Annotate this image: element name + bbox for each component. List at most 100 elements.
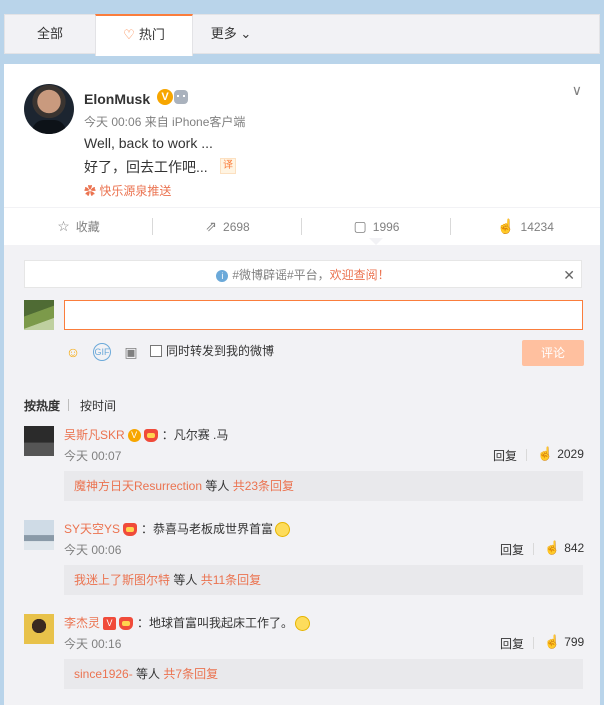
sub-reply-mid: 等人 [132, 667, 164, 681]
thumbs-up-icon: ☝ [537, 446, 554, 461]
vip-icon [119, 617, 134, 631]
comment-header: 吴斯凡SKR V ：凡尔赛 .马 [64, 426, 228, 443]
feed-tab-bar: 全部 ♡ 热门 更多 ⌄ [4, 14, 600, 56]
comment-section: i #微博辟谣#平台，欢迎查阅！ ✕ ☺ GIF ▣ 同时转发到我的微博 评论 按… [4, 245, 600, 705]
comment-text: ：凡尔赛 .马 [161, 428, 229, 442]
vip-icon [143, 429, 158, 443]
divider [68, 399, 69, 411]
star-icon: ☆ [57, 218, 70, 234]
post-meta: 今天 00:06 来自 iPhone客户端 [84, 115, 246, 129]
comment-header: 李杰灵 V ：地球首富叫我起床工作了。 [64, 614, 311, 632]
sub-reply-user: 我迷上了斯图尔特 [74, 573, 171, 587]
comment-time: 今天 00:06 [64, 543, 122, 557]
tab-more-label: 更多 [210, 26, 237, 41]
avatar[interactable] [24, 614, 54, 644]
vip-icon [123, 523, 138, 537]
sort-by-time[interactable]: 按时间 [80, 397, 116, 414]
thumbs-up-icon: ☝ [544, 634, 561, 649]
tab-hot[interactable]: ♡ 热门 [95, 14, 193, 56]
chevron-down-icon: ⌄ [240, 26, 252, 41]
also-repost-label: 同时转发到我的微博 [166, 344, 275, 358]
thumbs-up-icon: ☝ [497, 218, 515, 234]
comment-username[interactable]: SY天空YS [64, 522, 120, 536]
comment-input[interactable] [64, 300, 583, 330]
reply-button[interactable]: 回复 [500, 541, 524, 558]
share-icon: ⇗ [205, 218, 218, 234]
notice-link[interactable]: 欢迎查阅！ [330, 268, 390, 282]
source-tag[interactable]: ✿ 快乐源泉推送 [84, 182, 171, 199]
comment-text: ：恭喜马老板成世界首富 [141, 522, 274, 536]
comment-item: SY天空YS ：恭喜马老板成世界首富 今天 00:06 回复 ☝ 842 我迷上了斯… [4, 520, 600, 610]
like-button[interactable]: ☝ 14234 [451, 208, 600, 245]
comment-username[interactable]: 吴斯凡SKR [64, 428, 125, 442]
comment-item: 吴斯凡SKR V ：凡尔赛 .马 今天 00:07 回复 ☝ 2029 魔神方日天Re… [4, 426, 600, 516]
sub-replies[interactable]: 魔神方日天Resurrection 等人 共23条回复 [64, 471, 583, 501]
image-icon[interactable]: ▣ [122, 343, 140, 361]
tab-all[interactable]: 全部 [5, 15, 95, 53]
emoji-icon [295, 616, 311, 632]
sub-replies[interactable]: since1926- 等人 共7条回复 [64, 659, 583, 689]
translate-icon[interactable]: 译 [220, 158, 236, 174]
comment-header: SY天空YS ：恭喜马老板成世界首富 [64, 520, 291, 538]
comment-like-button[interactable]: ☝ 799 [544, 634, 584, 650]
verified-icon: V [103, 617, 117, 631]
comment-like-count: 2029 [557, 447, 584, 461]
comment-time: 今天 00:16 [64, 637, 122, 651]
comment-caret [369, 238, 383, 245]
avatar[interactable] [24, 426, 54, 456]
favorite-button[interactable]: ☆ 收藏 [4, 208, 153, 245]
emoji-icon [275, 522, 291, 538]
favorite-label: 收藏 [75, 220, 100, 234]
gif-icon[interactable]: GIF [93, 343, 111, 361]
sub-reply-count: 共23条回复 [232, 479, 295, 493]
sub-reply-mid: 等人 [202, 479, 233, 493]
sort-by-hot[interactable]: 按热度 [24, 397, 60, 414]
chevron-down-icon[interactable]: ∨ [572, 82, 582, 99]
flame-icon: ♡ [123, 27, 135, 42]
post-username[interactable]: ElonMusk [84, 91, 150, 107]
comment-username[interactable]: 李杰灵 [64, 616, 100, 630]
comment-like-button[interactable]: ☝ 2029 [537, 446, 584, 462]
comment-icon: ▢ [353, 218, 367, 234]
sub-reply-count: 共7条回复 [163, 667, 219, 681]
avatar[interactable] [24, 84, 74, 134]
post-text: Well, back to work ... [84, 135, 213, 151]
tab-hot-label: 热门 [138, 27, 165, 42]
verified-icon: V [157, 89, 173, 105]
info-icon: i [216, 269, 229, 282]
also-repost-checkbox[interactable] [150, 345, 162, 357]
submit-comment-button[interactable]: 评论 [522, 340, 584, 366]
source-tag-label: 快乐源泉推送 [99, 184, 172, 198]
reply-button[interactable]: 回复 [500, 635, 524, 652]
repost-button[interactable]: ⇗ 2698 [153, 208, 302, 245]
sub-reply-user: since1926- [74, 667, 133, 681]
weibo-post-card: ElonMusk V ∨ 今天 00:06 来自 iPhone客户端 Well,… [4, 64, 600, 705]
tab-all-label: 全部 [36, 26, 63, 41]
comment-like-button[interactable]: ☝ 842 [544, 540, 584, 556]
tab-more[interactable]: 更多 ⌄ [191, 15, 271, 53]
rumor-notice: i #微博辟谣#平台，欢迎查阅！ ✕ [24, 260, 582, 288]
sub-replies[interactable]: 我迷上了斯图尔特 等人 共11条回复 [64, 565, 583, 595]
flower-icon: ✿ [84, 184, 97, 198]
divider [533, 637, 534, 649]
verified-icon: V [127, 429, 141, 443]
avatar-shirt [32, 120, 66, 134]
thumbs-up-icon: ☝ [544, 540, 561, 555]
comment-time: 今天 00:07 [64, 449, 122, 463]
my-avatar[interactable] [24, 300, 54, 330]
sub-reply-user: 魔神方日天Resurrection [74, 479, 203, 493]
comment-like-count: 842 [564, 541, 585, 555]
avatar[interactable] [24, 520, 54, 550]
robot-icon [174, 90, 188, 104]
sub-reply-count: 共11条回复 [200, 573, 262, 587]
like-count: 14234 [520, 220, 554, 234]
divider [533, 543, 534, 555]
emoji-icon[interactable]: ☺ [64, 343, 82, 361]
notice-prefix: #微博辟谣#平台， [232, 268, 330, 282]
post-action-bar: ☆ 收藏 ⇗ 2698 ▢ 1996 ☝ 14234 [4, 207, 600, 246]
divider [526, 449, 527, 461]
post-translation: 好了，回去工作吧... [84, 159, 208, 175]
reply-button[interactable]: 回复 [493, 447, 517, 464]
comment-text: ：地球首富叫我起床工作了。 [137, 616, 294, 630]
close-icon[interactable]: ✕ [563, 261, 575, 289]
